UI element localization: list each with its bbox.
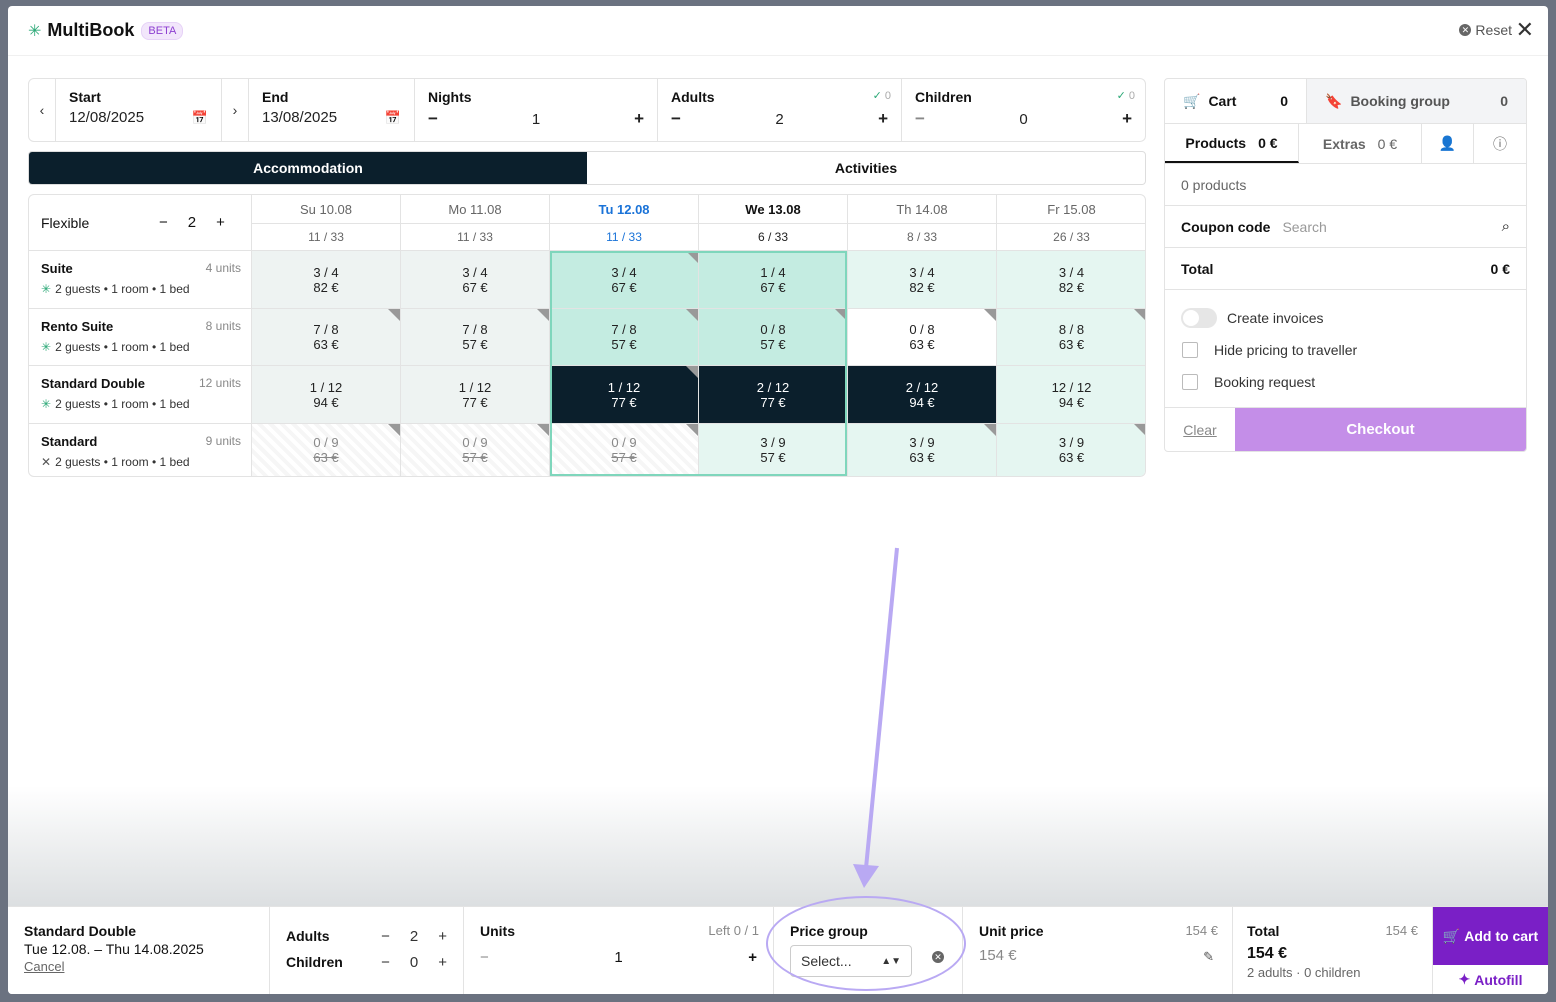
children-minus-button[interactable]: − <box>381 954 390 971</box>
unit-price-reference: 154 € <box>1185 923 1218 938</box>
price-group-select[interactable]: Select... ▲▼ <box>790 945 912 977</box>
chevron-updown-icon: ▲▼ <box>881 955 901 967</box>
children-plus-button[interactable]: + <box>438 954 447 971</box>
adults-label: Adults <box>286 928 330 944</box>
price-group-control: Price group Select... ▲▼ ✕ <box>774 907 963 994</box>
sparkle-icon: ✦ <box>1458 971 1471 987</box>
unit-price-control: Unit price 154 € 154 € ✎ <box>963 907 1233 994</box>
cart-plus-icon: 🛒 <box>1442 927 1461 944</box>
children-label: Children <box>286 954 343 970</box>
units-plus-button[interactable]: + <box>748 949 757 966</box>
selection-summary: Standard Double Tue 12.08. – Thu 14.08.2… <box>8 907 270 994</box>
clear-icon[interactable]: ✕ <box>932 951 944 963</box>
annotation-arrow <box>853 547 899 888</box>
multibook-modal: ✳ MultiBook BETA ✕ Reset ✕ ‹ Start 12/08… <box>8 6 1548 994</box>
pencil-icon[interactable]: ✎ <box>1203 949 1214 965</box>
autofill-button[interactable]: ✦ Autofill <box>1433 965 1548 994</box>
cancel-link[interactable]: Cancel <box>24 959 253 974</box>
adults-plus-button[interactable]: + <box>438 928 447 945</box>
children-value: 0 <box>409 953 419 971</box>
adults-minus-button[interactable]: − <box>381 928 390 945</box>
add-to-cart-button[interactable]: 🛒 Add to cart <box>1433 907 1548 965</box>
units-control: Units Left 0 / 1 −1 + <box>464 907 774 994</box>
total-value: 154 € <box>1247 945 1288 962</box>
units-minus-button[interactable]: − <box>480 949 489 966</box>
autofill-label: Autofill <box>1474 971 1523 988</box>
unit-price-value[interactable]: 154 € <box>979 947 1216 964</box>
price-group-label: Price group <box>790 923 868 939</box>
selected-dates: Tue 12.08. – Thu 14.08.2025 <box>24 941 204 957</box>
units-value: 1 <box>614 949 623 966</box>
add-to-cart-label: Add to cart <box>1464 928 1539 944</box>
total-guests: 2 adults · 0 children <box>1247 965 1361 980</box>
total-reference: 154 € <box>1385 923 1418 938</box>
unit-price-label: Unit price <box>979 923 1044 939</box>
price-group-value: Select... <box>801 953 852 969</box>
selected-room: Standard Double <box>24 923 137 939</box>
guests-control: Adults − 2 + Children − 0 + <box>270 907 464 994</box>
units-left: Left 0 / 1 <box>708 923 759 938</box>
total-summary: Total 154 € 154 € 2 adults · 0 children <box>1233 907 1433 994</box>
booking-bar: Standard Double Tue 12.08. – Thu 14.08.2… <box>8 906 1548 994</box>
adults-value: 2 <box>409 927 419 945</box>
